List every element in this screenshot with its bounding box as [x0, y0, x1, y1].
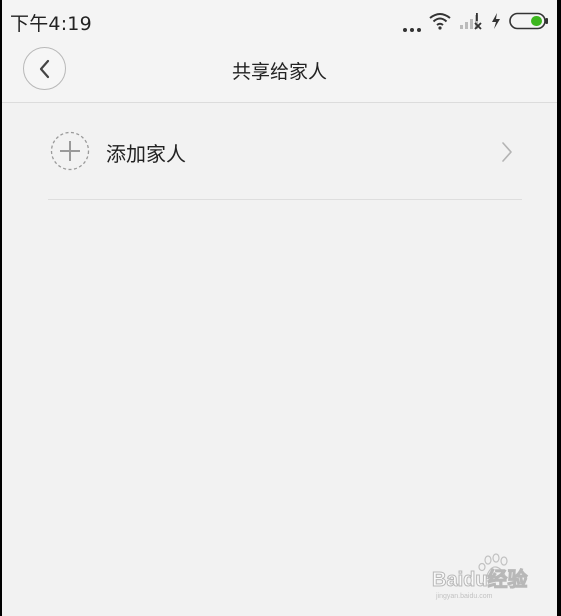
add-family-member-item[interactable]: 添加家人: [48, 105, 522, 200]
status-icons: [403, 10, 549, 32]
battery-icon: [509, 12, 548, 30]
chevron-right-icon: [502, 142, 512, 162]
charging-bolt-icon: [492, 13, 500, 29]
screen: 下午4:19 共享给家人 添加家人 Baidu经验 jingyan.baidu.…: [2, 0, 557, 616]
list-item-label: 添加家人: [106, 142, 186, 166]
svg-text:jingyan.baidu.com: jingyan.baidu.com: [435, 593, 493, 600]
title-bar: 共享给家人: [2, 42, 557, 103]
more-notifications-icon: [403, 10, 421, 32]
status-time: 下午4:19: [10, 13, 92, 35]
watermark-text: Baidu经验: [432, 567, 528, 591]
signal-no-service-icon: [460, 13, 482, 30]
add-circle-icon: [50, 131, 90, 171]
wifi-icon: [429, 13, 451, 30]
status-bar: 下午4:19: [2, 0, 557, 42]
page-title: 共享给家人: [231, 61, 327, 83]
baidu-jingyan-watermark-logo: Baidu经验 jingyan.baidu.com: [432, 553, 528, 600]
